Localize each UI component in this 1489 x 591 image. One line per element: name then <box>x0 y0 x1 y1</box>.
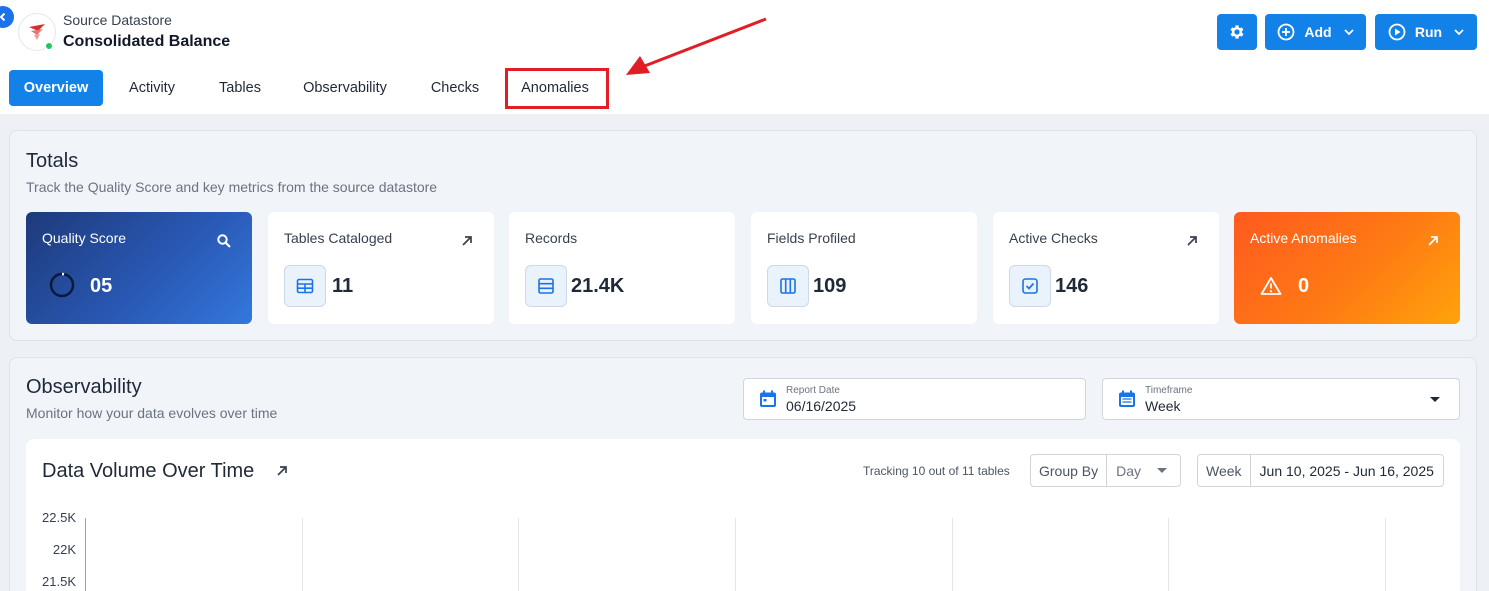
datastore-name: Consolidated Balance <box>63 33 231 50</box>
status-indicator <box>44 41 54 51</box>
y-tick: 22K <box>52 542 76 557</box>
totals-panel: Totals Track the Quality Score and key m… <box>9 130 1477 341</box>
tab-overview[interactable]: Overview <box>9 70 103 106</box>
header: Source Datastore Consolidated Balance Ad… <box>0 0 1489 114</box>
active-checks-value: 146 <box>1055 275 1089 297</box>
gear-icon <box>1230 25 1244 39</box>
grid-line <box>1168 518 1169 591</box>
active-checks-card[interactable]: Active Checks 146 <box>993 212 1219 324</box>
play-circle-icon <box>1388 23 1406 41</box>
check-square-icon <box>1022 278 1038 294</box>
run-button-label: Run <box>1414 24 1443 40</box>
search-icon <box>217 234 231 248</box>
week-range-selector[interactable]: Week Jun 10, 2025 - Jun 16, 2025 <box>1197 454 1444 487</box>
records-icon <box>538 278 554 294</box>
calendar-icon <box>760 390 776 407</box>
calendar-icon <box>1119 390 1135 407</box>
chevron-down-icon <box>1454 29 1464 36</box>
grid-line <box>518 518 519 591</box>
timeframe-label: Timeframe <box>1145 385 1193 396</box>
add-button-label: Add <box>1304 24 1332 40</box>
group-by-label: Group By <box>1031 455 1108 486</box>
tables-cataloged-card[interactable]: Tables Cataloged 11 <box>268 212 494 324</box>
arrow-up-right-icon[interactable] <box>460 234 474 248</box>
group-by-select[interactable]: Group By Day <box>1030 454 1181 487</box>
check-icon-box <box>1009 265 1051 307</box>
add-button[interactable]: Add <box>1265 14 1366 50</box>
quality-score-value: 05 <box>90 275 113 297</box>
caret-down-icon <box>1157 468 1167 473</box>
week-label: Week <box>1198 455 1251 486</box>
warning-icon <box>1260 277 1282 295</box>
data-volume-title: Data Volume Over Time <box>42 460 255 482</box>
tab-anomalies[interactable]: Anomalies <box>507 70 603 106</box>
records-label: Records <box>525 230 578 246</box>
plus-circle-icon <box>1277 23 1295 41</box>
quality-score-label: Quality Score <box>42 230 127 246</box>
back-button[interactable] <box>0 6 14 28</box>
caret-down-icon <box>1430 397 1440 402</box>
tab-observability[interactable]: Observability <box>293 70 397 106</box>
observability-panel: Observability Monitor how your data evol… <box>9 357 1477 591</box>
report-date-label: Report Date <box>786 385 840 396</box>
tables-cataloged-value: 11 <box>332 275 354 297</box>
tables-cataloged-label: Tables Cataloged <box>284 230 393 246</box>
table-icon-box <box>284 265 326 307</box>
fields-profiled-card[interactable]: Fields Profiled 109 <box>751 212 977 324</box>
arrow-up-right-icon[interactable] <box>275 464 289 478</box>
grid-line <box>735 518 736 591</box>
grid-line <box>952 518 953 591</box>
datastore-logo-icon <box>29 24 45 40</box>
grid-line <box>302 518 303 591</box>
active-anomalies-label: Active Anomalies <box>1250 230 1357 246</box>
tab-tables[interactable]: Tables <box>205 70 275 106</box>
observability-title: Observability <box>26 376 142 398</box>
active-anomalies-value: 0 <box>1298 275 1310 297</box>
data-volume-card: Data Volume Over Time Tracking 10 out of… <box>26 439 1460 591</box>
fields-profiled-label: Fields Profiled <box>767 230 856 246</box>
observability-subtitle: Monitor how your data evolves over time <box>26 405 278 421</box>
columns-icon <box>780 278 796 294</box>
arrow-up-right-icon[interactable] <box>1426 234 1440 248</box>
table-icon <box>296 278 314 294</box>
chevron-left-icon <box>0 12 6 22</box>
week-range-value: Jun 10, 2025 - Jun 16, 2025 <box>1259 462 1434 479</box>
y-axis-line <box>85 518 86 591</box>
active-anomalies-card[interactable]: Active Anomalies 0 <box>1234 212 1460 324</box>
totals-title: Totals <box>26 150 79 172</box>
settings-button[interactable] <box>1217 14 1257 50</box>
tab-activity[interactable]: Activity <box>115 70 189 106</box>
fields-profiled-value: 109 <box>813 275 847 297</box>
tracking-text: Tracking 10 out of 11 tables <box>863 464 1010 478</box>
quality-score-card[interactable]: Quality Score 05 <box>26 212 252 324</box>
records-icon-box <box>525 265 567 307</box>
columns-icon-box <box>767 265 809 307</box>
y-tick: 22.5K <box>42 510 76 525</box>
grid-line <box>1385 518 1386 591</box>
records-card[interactable]: Records 21.4K <box>509 212 735 324</box>
y-tick: 21.5K <box>42 574 76 589</box>
run-button[interactable]: Run <box>1375 14 1477 50</box>
score-ring-icon <box>49 272 75 298</box>
group-by-value: Day <box>1116 462 1142 479</box>
arrow-up-right-icon[interactable] <box>1185 234 1199 248</box>
tab-checks[interactable]: Checks <box>419 70 491 106</box>
records-value: 21.4K <box>571 275 625 297</box>
chevron-down-icon <box>1343 29 1354 36</box>
report-date-value: 06/16/2025 <box>786 398 857 414</box>
datastore-type: Source Datastore <box>63 12 172 28</box>
timeframe-select[interactable]: Timeframe Week <box>1102 378 1460 420</box>
report-date-field[interactable]: Report Date 06/16/2025 <box>743 378 1086 420</box>
annotation-arrow <box>626 17 767 75</box>
totals-subtitle: Track the Quality Score and key metrics … <box>26 179 438 195</box>
active-checks-label: Active Checks <box>1009 230 1098 246</box>
timeframe-value: Week <box>1145 398 1181 414</box>
